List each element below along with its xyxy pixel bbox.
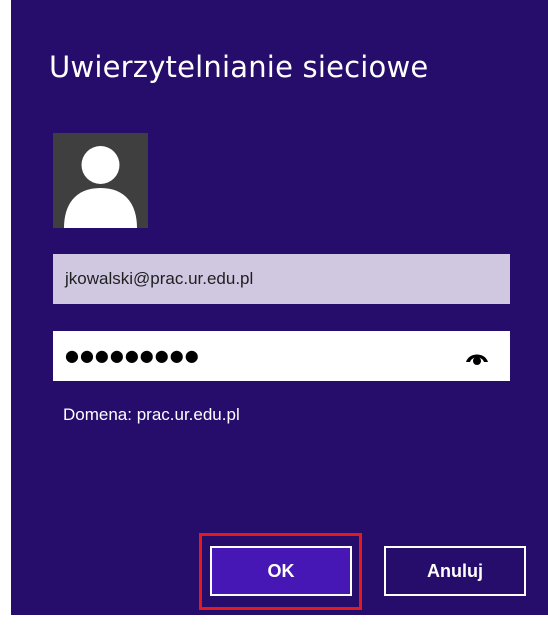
password-field[interactable]: ●●●●●●●●● <box>53 331 510 381</box>
domain-label: Domena: prac.ur.edu.pl <box>63 405 240 424</box>
eye-reveal-icon[interactable] <box>464 347 490 367</box>
cancel-button[interactable]: Anuluj <box>384 546 526 596</box>
dialog-title: Uwierzytelnianie sieciowe <box>49 50 429 84</box>
ok-button[interactable]: OK <box>210 546 352 596</box>
username-field[interactable]: jkowalski@prac.ur.edu.pl <box>53 254 510 304</box>
auth-dialog: Uwierzytelnianie sieciowe jkowalski@prac… <box>11 0 548 615</box>
user-silhouette-icon <box>53 133 148 228</box>
